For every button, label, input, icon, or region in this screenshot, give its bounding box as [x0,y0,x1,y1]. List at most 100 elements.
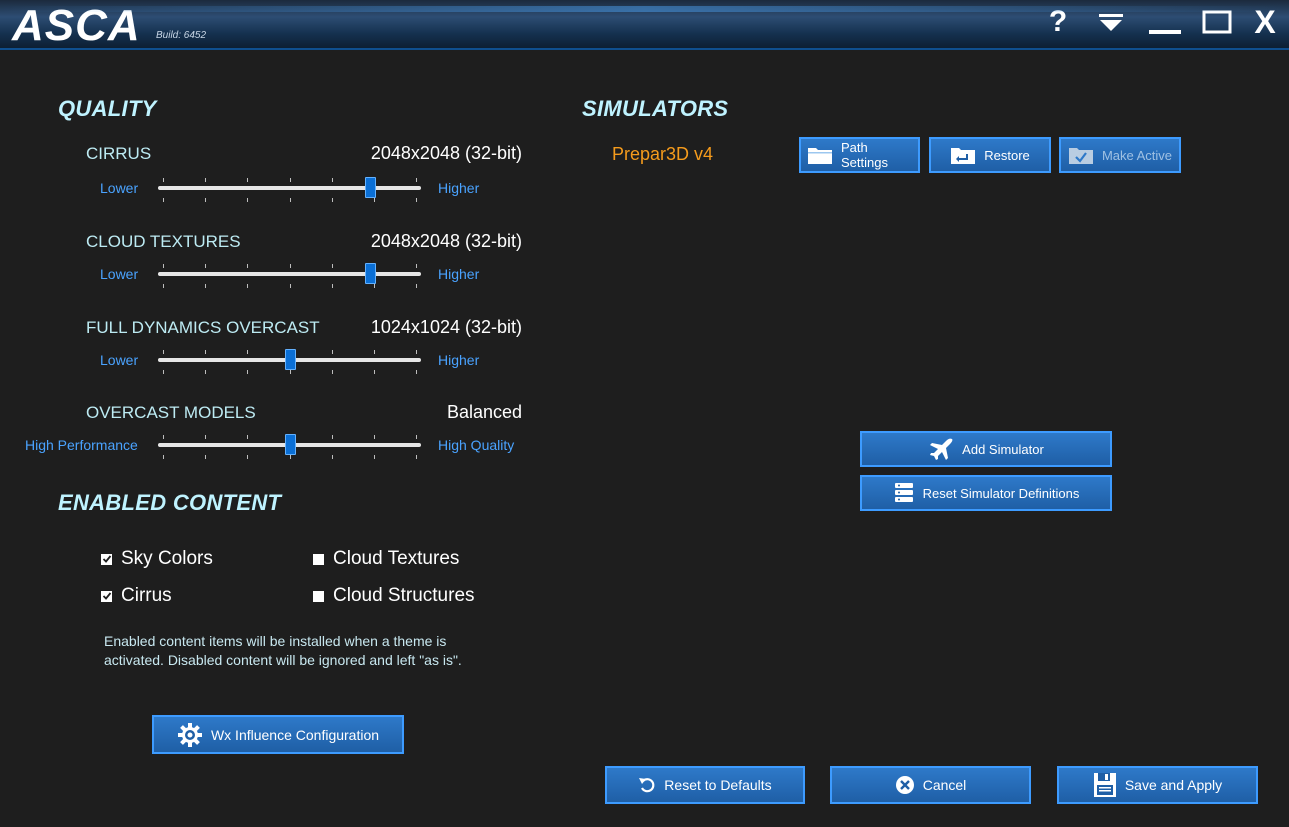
slider-tick [163,435,164,439]
slider-tick [416,178,417,182]
save-and-apply-label: Save and Apply [1124,777,1223,793]
slider-tick [373,370,375,374]
slider-tick [416,284,417,288]
slider-tick [205,350,207,354]
cirrus-high-label: Higher [438,180,480,196]
checkbox-label: Cirrus [121,585,172,606]
save-and-apply-button[interactable]: Save and Apply [1057,766,1258,804]
slider-tick [331,198,333,202]
cloud-textures-checkbox[interactable]: Cloud Textures [313,548,459,570]
simulator-entry-name[interactable]: Prepar3D v4 [612,144,713,165]
slider-tick [163,264,164,268]
reset-simulator-definitions-label: Reset Simulator Definitions [922,485,1080,501]
reset-simulator-definitions-button[interactable]: Reset Simulator Definitions [860,475,1112,511]
slider-tick [247,264,249,268]
cirrus-quality-slider[interactable] [158,176,421,208]
cloud-structures-checkbox[interactable]: Cloud Structures [313,585,475,607]
close-icon: X [1254,3,1276,40]
slider-tick [331,435,333,439]
full-dynamics-overcast-setting-label: FULL DYNAMICS OVERCAST [86,318,320,337]
checkbox-box [313,590,324,602]
slider-tick [247,370,249,374]
slider-track [158,186,421,190]
slider-tick [331,370,333,374]
quality-heading: QUALITY [58,96,157,121]
slider-tick [331,455,333,459]
slider-tick [205,455,207,459]
maximize-icon [1202,10,1232,34]
undo-icon [638,776,656,794]
maximize-button[interactable] [1199,6,1235,38]
slider-tick [205,284,207,288]
full-dynamics-overcast-low-label: Lower [100,352,139,368]
slider-tick [331,264,333,268]
slider-tick [163,350,164,354]
add-simulator-button[interactable]: Add Simulator [860,431,1112,467]
enabled-content-note: Enabled content items will be installed … [104,633,462,668]
slider-tick [205,178,207,182]
slider-tick [289,198,291,202]
checkbox-label: Cloud Textures [333,548,460,569]
checkbox-box [101,590,112,602]
make-active-button[interactable]: Make Active [1059,137,1181,173]
cirrus-checkbox[interactable]: Cirrus [101,585,172,607]
slider-tick [247,435,249,439]
slider-tick [205,198,207,202]
slider-tick [205,264,207,268]
slider-tick [247,455,249,459]
slider-tick [163,370,164,374]
full-dynamics-overcast-high-label: Higher [438,352,480,368]
sky-colors-checkbox[interactable]: Sky Colors [101,548,213,570]
folder-icon [807,145,833,165]
simulators-heading: SIMULATORS [582,96,729,121]
reset-to-defaults-button[interactable]: Reset to Defaults [605,766,805,804]
overcast-models-slider[interactable] [158,433,421,465]
slider-thumb[interactable] [365,263,377,284]
build-number: Build: 6452 [156,30,207,41]
checkbox-label: Cloud Structures [333,585,475,606]
path-settings-label: Path Settings [841,140,888,170]
full-dynamics-overcast-slider[interactable] [158,348,421,380]
path-settings-button[interactable]: Path Settings [799,137,920,173]
slider-tick [331,350,333,354]
minimize-button[interactable] [1147,6,1183,38]
chevron-down-icon [1099,14,1123,31]
slider-tick [289,370,291,374]
cirrus-setting-value: 2048x2048 (32-bit) [370,143,522,163]
slider-tick [289,178,291,182]
restore-folder-icon [950,145,976,165]
overcast-models-low-label: High Performance [25,437,138,453]
slider-thumb[interactable] [284,349,296,370]
slider-track [158,272,421,276]
slider-tick [163,284,164,288]
slider-thumb[interactable] [365,177,377,198]
slider-tick [416,198,417,202]
checkbox-box [101,553,112,565]
slider-tick [373,350,375,354]
minimize-icon [1149,30,1181,34]
help-icon: ? [1048,5,1068,38]
slider-thumb[interactable] [284,434,296,455]
help-button[interactable]: ? [1040,5,1076,38]
slider-tick [373,284,375,288]
close-button[interactable]: X [1247,3,1283,40]
app-title: ASCA [12,1,141,50]
database-reset-icon [893,481,915,505]
slider-tick [205,370,207,374]
dropdown-menu-button[interactable] [1093,6,1129,38]
wx-influence-configuration-button[interactable]: Wx Influence Configuration [152,715,404,754]
slider-tick [247,284,249,288]
restore-button[interactable]: Restore [929,137,1051,173]
slider-tick [331,284,333,288]
slider-tick [289,455,291,459]
cancel-label: Cancel [922,777,967,793]
cloud-textures-setting-label: CLOUD TEXTURES [86,232,241,251]
cloud-textures-quality-slider[interactable] [158,262,421,294]
slider-tick [205,435,207,439]
gear-icon [177,722,203,748]
cancel-button[interactable]: Cancel [830,766,1031,804]
make-active-label: Make Active [1101,147,1173,163]
wx-influence-label: Wx Influence Configuration [210,726,380,743]
slider-tick [247,350,249,354]
slider-tick [416,350,417,354]
